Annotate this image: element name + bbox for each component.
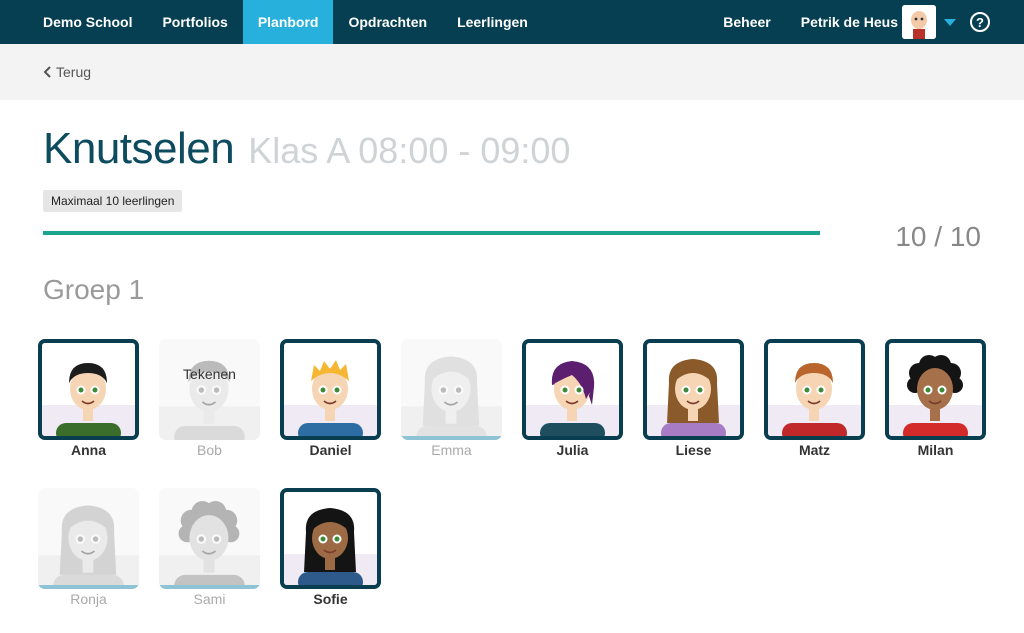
student-avatar-tile[interactable] xyxy=(280,488,381,589)
student-card[interactable]: Sami xyxy=(159,488,260,607)
student-card[interactable]: Milan xyxy=(885,339,986,458)
student-name: Ronja xyxy=(70,591,107,607)
student-name: Emma xyxy=(431,442,472,458)
student-avatar-tile[interactable]: Tekenen xyxy=(159,339,260,440)
student-avatar-tile[interactable] xyxy=(159,488,260,589)
student-avatar-icon xyxy=(647,343,740,436)
student-name: Sofie xyxy=(313,591,348,607)
sub-bar: Terug xyxy=(0,44,1024,100)
student-avatar-icon xyxy=(526,343,619,436)
student-avatar-tile[interactable] xyxy=(280,339,381,440)
student-avatar-tile[interactable] xyxy=(38,339,139,440)
student-avatar-icon xyxy=(889,343,982,436)
student-avatar-icon xyxy=(284,492,377,585)
student-avatar-icon xyxy=(38,488,139,589)
student-avatar-tile[interactable] xyxy=(401,339,502,440)
student-name: Liese xyxy=(675,442,712,458)
student-avatar-tile[interactable] xyxy=(522,339,623,440)
activity-title: Knutselen xyxy=(43,124,235,173)
student-grid: Anna Tekenen Bob Daniel Emma Julia Liese… xyxy=(38,339,998,607)
nav-item-beheer[interactable]: Beheer xyxy=(708,0,785,44)
student-avatar-icon xyxy=(401,339,502,440)
group-title: Groep 1 xyxy=(43,274,145,305)
student-card[interactable]: Matz xyxy=(764,339,865,458)
nav-right: Beheer Petrik de Heus ? xyxy=(708,0,1024,44)
student-name: Anna xyxy=(71,442,106,458)
max-students-badge: Maximaal 10 leerlingen xyxy=(43,190,183,212)
capacity-progress-bar xyxy=(43,231,820,235)
student-name: Milan xyxy=(917,442,954,458)
student-name: Daniel xyxy=(309,442,352,458)
back-link[interactable]: Terug xyxy=(43,64,91,80)
student-avatar-icon xyxy=(42,343,135,436)
nav-item-leerlingen[interactable]: Leerlingen xyxy=(442,0,543,44)
chevron-left-icon xyxy=(43,66,51,78)
student-activity-note: Tekenen xyxy=(183,366,236,382)
student-card[interactable]: Liese xyxy=(643,339,744,458)
user-avatar[interactable] xyxy=(902,5,936,39)
user-menu-caret-icon[interactable] xyxy=(944,18,956,26)
student-name: Bob xyxy=(197,442,222,458)
top-navigation: Demo School Portfolios Planbord Opdracht… xyxy=(0,0,1024,44)
user-avatar-icon xyxy=(902,5,936,39)
student-card[interactable]: Tekenen Bob xyxy=(159,339,260,458)
nav-item-portfolios[interactable]: Portfolios xyxy=(147,0,242,44)
capacity-progress-fill xyxy=(43,231,820,235)
student-avatar-tile[interactable] xyxy=(764,339,865,440)
activity-heading: Knutselen Klas A 08:00 - 09:00 xyxy=(43,124,570,174)
nav-item-opdrachten[interactable]: Opdrachten xyxy=(333,0,442,44)
capacity-count: 10 / 10 xyxy=(895,221,981,252)
user-name[interactable]: Petrik de Heus xyxy=(786,0,898,44)
student-card[interactable]: Emma xyxy=(401,339,502,458)
back-label: Terug xyxy=(56,64,92,80)
student-avatar-icon xyxy=(768,343,861,436)
student-avatar-tile[interactable] xyxy=(643,339,744,440)
student-card[interactable]: Sofie xyxy=(280,488,381,607)
student-name: Matz xyxy=(798,442,831,458)
student-card[interactable]: Julia xyxy=(522,339,623,458)
student-name: Sami xyxy=(193,591,226,607)
student-avatar-tile[interactable] xyxy=(38,488,139,589)
student-avatar-icon xyxy=(159,339,260,440)
nav-item-demo-school[interactable]: Demo School xyxy=(0,0,147,44)
student-card[interactable]: Anna xyxy=(38,339,139,458)
activity-subtitle: Klas A 08:00 - 09:00 xyxy=(248,130,571,171)
student-card[interactable]: Ronja xyxy=(38,488,139,607)
student-name: Julia xyxy=(556,442,589,458)
student-avatar-tile[interactable] xyxy=(885,339,986,440)
student-card[interactable]: Daniel xyxy=(280,339,381,458)
student-avatar-icon xyxy=(284,343,377,436)
nav-item-planbord[interactable]: Planbord xyxy=(242,0,334,44)
help-icon[interactable]: ? xyxy=(970,12,990,32)
student-avatar-icon xyxy=(159,488,260,589)
